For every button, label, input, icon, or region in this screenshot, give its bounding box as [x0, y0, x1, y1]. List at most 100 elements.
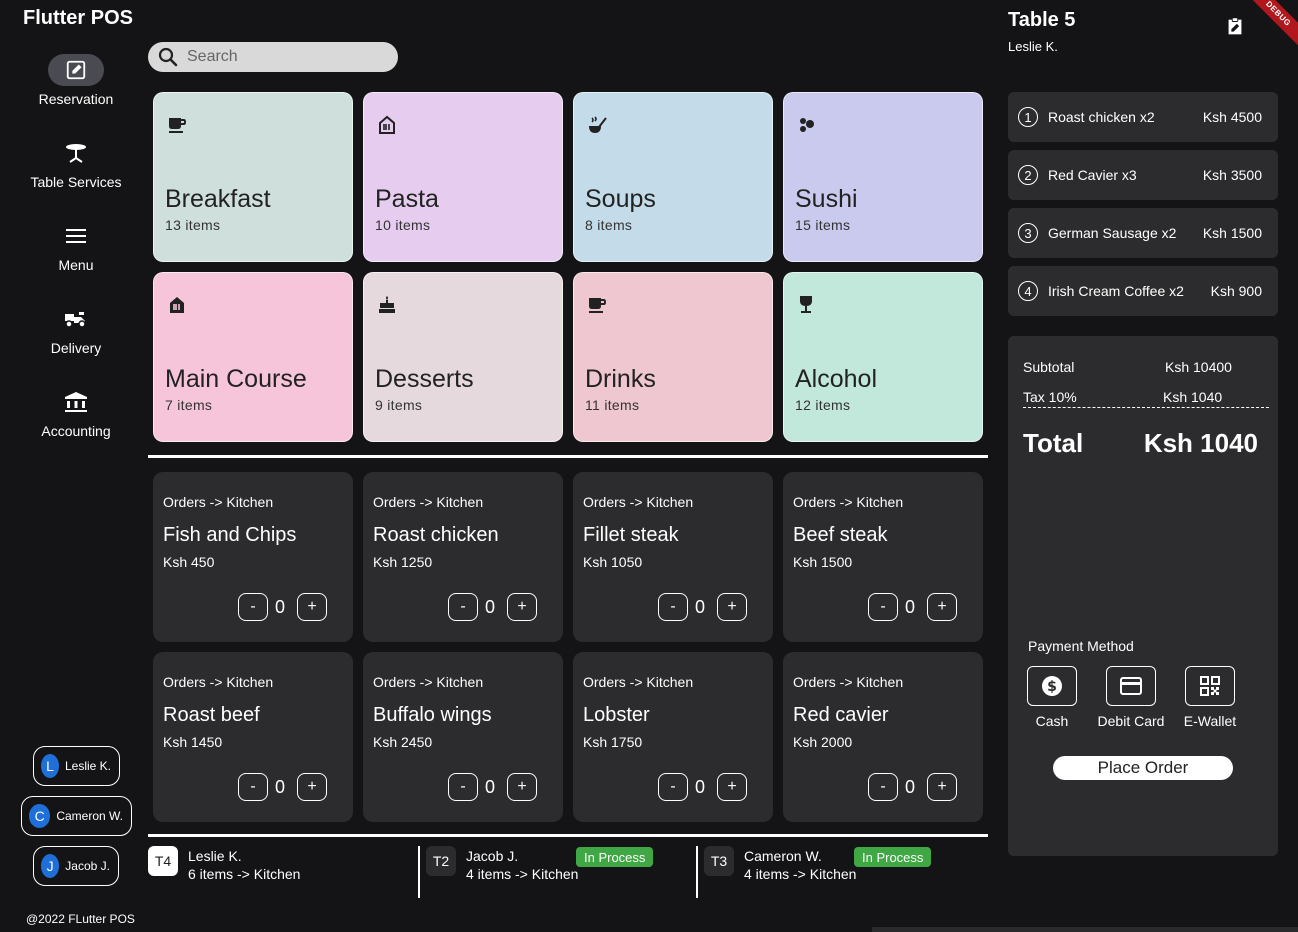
decrease-qty-button[interactable]: -: [448, 593, 478, 621]
order-line-desc: German Sausage x2: [1048, 225, 1177, 241]
category-card-main-course[interactable]: Main Course 7 items: [153, 272, 353, 442]
category-name: Soups: [585, 185, 656, 213]
user-chip-jacob[interactable]: J Jacob J.: [33, 846, 119, 886]
nav-item-menu[interactable]: Menu: [0, 220, 152, 273]
subtotal-label: Subtotal: [1023, 359, 1075, 375]
user-chip-leslie[interactable]: L Leslie K.: [33, 746, 120, 786]
decrease-qty-button[interactable]: -: [868, 773, 898, 801]
copyright-text: @2022 FLutter POS: [26, 912, 135, 926]
nav-item-reservation[interactable]: Reservation: [0, 54, 152, 107]
user-name: Cameron W.: [56, 809, 123, 823]
increase-qty-button[interactable]: +: [927, 773, 957, 801]
search-input[interactable]: [187, 48, 387, 66]
menu-item-card: Orders -> Kitchen Beef steak Ksh 1500 - …: [783, 472, 983, 642]
category-card-breakfast[interactable]: Breakfast 13 items: [153, 92, 353, 262]
category-count: 8 items: [585, 217, 633, 233]
table-tag: T3: [704, 846, 734, 876]
category-card-soups[interactable]: Soups 8 items: [573, 92, 773, 262]
category-count: 9 items: [375, 397, 423, 413]
section-divider: [148, 455, 988, 458]
order-line[interactable]: 1 Roast chicken x2 Ksh 4500: [1008, 92, 1278, 142]
edit-note-icon: [48, 54, 104, 86]
item-route: Orders -> Kitchen: [583, 674, 694, 690]
increase-qty-button[interactable]: +: [717, 773, 747, 801]
status-badge: In Process: [854, 847, 932, 867]
edit-order-icon[interactable]: [1224, 16, 1246, 38]
nav-label: Table Services: [30, 174, 122, 190]
decrease-qty-button[interactable]: -: [658, 773, 688, 801]
order-detail: 6 items -> Kitchen: [188, 866, 301, 882]
category-card-desserts[interactable]: Desserts 9 items: [363, 272, 563, 442]
order-line[interactable]: 3 German Sausage x2 Ksh 1500: [1008, 208, 1278, 258]
order-line[interactable]: 4 Irish Cream Coffee x2 Ksh 900: [1008, 266, 1278, 316]
item-name: Buffalo wings: [373, 704, 492, 726]
user-chip-cameron[interactable]: C Cameron W.: [21, 796, 132, 836]
nav-label: Menu: [58, 257, 94, 273]
table-tag: T4: [148, 846, 178, 876]
item-name: Roast beef: [163, 704, 260, 726]
user-name: Leslie K.: [64, 759, 111, 773]
payment-cash-option[interactable]: $ Cash: [1012, 666, 1092, 729]
order-line-number: 2: [1018, 165, 1038, 185]
payment-method-label: Payment Method: [1028, 638, 1134, 654]
order-line-number: 3: [1018, 223, 1038, 243]
payment-label: Cash: [1035, 713, 1069, 729]
decrease-qty-button[interactable]: -: [868, 593, 898, 621]
menu-item-card: Orders -> Kitchen Buffalo wings Ksh 2450…: [363, 652, 563, 822]
increase-qty-button[interactable]: +: [507, 773, 537, 801]
category-name: Drinks: [585, 365, 656, 393]
category-card-alcohol[interactable]: Alcohol 12 items: [783, 272, 983, 442]
order-line-number: 1: [1018, 107, 1038, 127]
category-card-sushi[interactable]: Sushi 15 items: [783, 92, 983, 262]
bank-icon: [48, 386, 104, 418]
decrease-qty-button[interactable]: -: [658, 593, 688, 621]
order-line-desc: Red Cavier x3: [1048, 167, 1137, 183]
increase-qty-button[interactable]: +: [507, 593, 537, 621]
app-title: Flutter POS: [23, 7, 134, 29]
qty-value: 0: [275, 777, 286, 797]
category-card-pasta[interactable]: Pasta 10 items: [363, 92, 563, 262]
horizontal-scrollbar[interactable]: [872, 927, 1298, 932]
increase-qty-button[interactable]: +: [297, 593, 327, 621]
increase-qty-button[interactable]: +: [297, 773, 327, 801]
increase-qty-button[interactable]: +: [927, 593, 957, 621]
payment-e-wallet-option[interactable]: E-Wallet: [1170, 666, 1250, 729]
nav-item-accounting[interactable]: Accounting: [0, 386, 152, 439]
place-order-button[interactable]: Place Order: [1053, 756, 1233, 780]
section-divider: [148, 834, 988, 837]
item-route: Orders -> Kitchen: [793, 494, 904, 510]
order-line-price: Ksh 4500: [1202, 109, 1262, 125]
payment-debit-card-option[interactable]: Debit Card: [1091, 666, 1171, 729]
payment-label: E-Wallet: [1183, 713, 1237, 729]
summary-divider: [1023, 407, 1269, 408]
decrease-qty-button[interactable]: -: [238, 593, 268, 621]
decrease-qty-button[interactable]: -: [448, 773, 478, 801]
search-bar[interactable]: [148, 42, 398, 72]
order-line[interactable]: 2 Red Cavier x3 Ksh 3500: [1008, 150, 1278, 200]
category-card-drinks[interactable]: Drinks 11 items: [573, 272, 773, 442]
nav-item-delivery[interactable]: Delivery: [0, 303, 152, 356]
item-route: Orders -> Kitchen: [163, 494, 274, 510]
increase-qty-button[interactable]: +: [717, 593, 747, 621]
strip-separator: [418, 846, 420, 898]
active-order-t3[interactable]: T3 Cameron W. In Process 4 items -> Kitc…: [704, 846, 964, 886]
decrease-qty-button[interactable]: -: [238, 773, 268, 801]
item-route: Orders -> Kitchen: [793, 674, 904, 690]
nav-label: Delivery: [50, 340, 102, 356]
item-route: Orders -> Kitchen: [163, 674, 274, 690]
avatar: C: [29, 804, 51, 828]
credit-card-icon: [1106, 666, 1156, 706]
active-order-t4[interactable]: T4 Leslie K. 6 items -> Kitchen: [148, 846, 408, 886]
menu-icon: [48, 220, 104, 252]
restaurant-icon: [377, 115, 397, 135]
menu-item-card: Orders -> Kitchen Roast beef Ksh 1450 - …: [153, 652, 353, 822]
category-name: Sushi: [795, 185, 858, 213]
active-order-t2[interactable]: T2 Jacob J. In Process 4 items -> Kitche…: [426, 846, 686, 886]
total-label: Total: [1023, 428, 1084, 458]
search-icon: [158, 47, 178, 67]
order-detail: 4 items -> Kitchen: [744, 866, 857, 882]
item-name: Beef steak: [793, 524, 888, 546]
item-name: Red cavier: [793, 704, 889, 726]
category-count: 10 items: [375, 217, 431, 233]
nav-item-table-services[interactable]: Table Services: [0, 137, 152, 190]
